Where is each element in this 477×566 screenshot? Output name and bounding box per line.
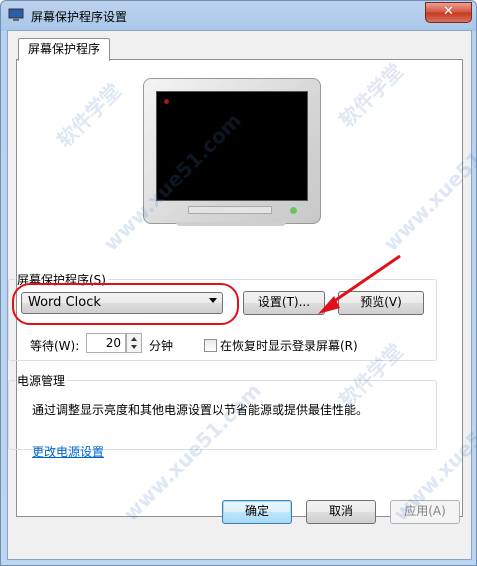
resume-logon-label[interactable]: 在恢复时显示登录屏幕(R) [220, 337, 358, 354]
screensaver-group-label: 屏幕保护程序(S) [17, 273, 106, 287]
wait-minutes-input[interactable]: 20 [86, 333, 126, 353]
wait-spinner[interactable] [126, 333, 142, 353]
spin-up-icon[interactable] [131, 337, 137, 341]
window-title: 屏幕保护程序设置 [31, 10, 128, 24]
minutes-label: 分钟 [149, 339, 174, 353]
wait-label: 等待(W): [30, 339, 80, 353]
tab-screensaver[interactable]: 屏幕保护程序 [18, 38, 110, 61]
screensaver-selected-value: Word Clock [28, 295, 101, 310]
monitor-stand [176, 222, 286, 226]
ok-button[interactable]: 确定 [222, 500, 292, 524]
title-bar[interactable]: 屏幕保护程序设置 ✕ [1, 1, 476, 31]
monitor-vent [188, 206, 272, 214]
close-button[interactable]: ✕ [425, 2, 472, 23]
power-description: 通过调整显示亮度和其他电源设置以节省能源或提供最佳性能。 [32, 403, 369, 417]
change-power-settings-link[interactable]: 更改电源设置 [32, 443, 104, 460]
spin-down-icon[interactable] [131, 345, 137, 349]
settings-button[interactable]: 设置(T)... [243, 291, 325, 315]
apply-button[interactable]: 应用(A) [390, 500, 460, 524]
monitor-preview-icon [143, 78, 321, 224]
preview-button[interactable]: 预览(V) [338, 291, 424, 315]
close-icon: ✕ [443, 4, 454, 19]
monitor-icon [8, 8, 24, 21]
resume-logon-checkbox[interactable] [204, 339, 217, 352]
power-group-label: 电源管理 [17, 374, 66, 388]
cancel-button[interactable]: 取消 [306, 500, 376, 524]
power-led-icon [290, 207, 297, 214]
clock-dot [164, 99, 169, 104]
preview-screen [156, 91, 308, 201]
chevron-down-icon [209, 298, 217, 303]
screensaver-select[interactable]: Word Clock [21, 292, 223, 314]
